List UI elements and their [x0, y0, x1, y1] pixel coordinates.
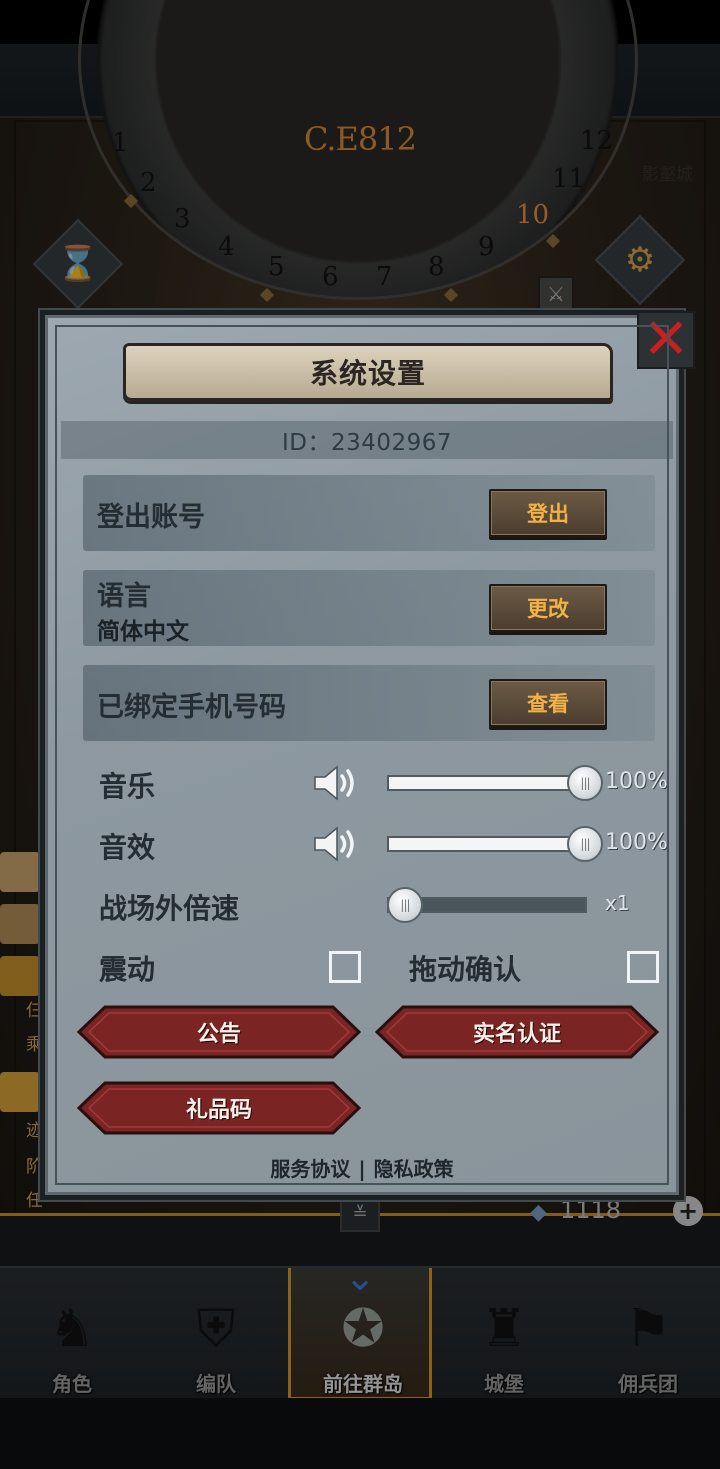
close-icon: ✕: [642, 307, 690, 372]
legal-links: 服务协议 | 隐私政策: [45, 1153, 679, 1182]
speaker-icon[interactable]: [313, 763, 359, 803]
view-phone-button[interactable]: 查看: [489, 679, 607, 727]
language-row: 语言 简体中文 更改: [83, 570, 655, 646]
notice-label: 公告: [196, 1022, 241, 1047]
vibrate-checkbox[interactable]: [329, 951, 361, 983]
giftcode-label: 礼品码: [185, 1098, 252, 1123]
music-slider-fill: [389, 777, 585, 789]
speed-slider-handle[interactable]: |||: [387, 887, 423, 923]
player-id: ID：23402967: [281, 430, 453, 456]
logout-row: 登出账号 登出: [83, 475, 655, 551]
sfx-slider-track[interactable]: [387, 836, 587, 852]
speaker-icon[interactable]: [313, 824, 359, 864]
sfx-label: 音效: [99, 831, 156, 864]
music-value: 100%: [605, 769, 668, 794]
sfx-slider-handle[interactable]: |||: [567, 826, 603, 862]
speed-value: x1: [605, 891, 630, 915]
settings-dialog: 系统设置 ✕ ID：23402967 登出账号 登出 语言 简体中文 更改 已绑…: [40, 310, 695, 1200]
phone-row: 已绑定手机号码 查看: [83, 665, 655, 741]
title-plate: 系统设置: [123, 343, 613, 401]
sfx-value: 100%: [605, 830, 668, 855]
vibrate-label: 震动: [99, 953, 156, 986]
music-slider-track[interactable]: [387, 775, 587, 791]
notice-button[interactable]: 公告: [75, 1005, 363, 1059]
music-label: 音乐: [99, 770, 156, 803]
logout-button[interactable]: 登出: [489, 489, 607, 537]
dialog-title: 系统设置: [309, 357, 426, 390]
giftcode-button[interactable]: 礼品码: [75, 1081, 363, 1135]
sfx-slider-fill: [389, 838, 585, 850]
drag-confirm-checkbox[interactable]: [627, 951, 659, 983]
drag-confirm-label: 拖动确认: [409, 953, 522, 986]
privacy-policy-link[interactable]: 隐私政策: [370, 1157, 458, 1181]
phone-label: 已绑定手机号码: [97, 692, 286, 723]
language-value: 简体中文: [97, 619, 189, 645]
player-id-band: ID：23402967: [61, 421, 673, 459]
music-slider-handle[interactable]: |||: [567, 765, 603, 801]
speed-label: 战场外倍速: [99, 892, 240, 925]
close-button[interactable]: ✕: [637, 311, 695, 369]
link-separator: |: [358, 1157, 366, 1181]
logout-label: 登出账号: [97, 502, 205, 533]
change-language-button[interactable]: 更改: [489, 584, 607, 632]
service-agreement-link[interactable]: 服务协议: [266, 1157, 354, 1181]
realname-label: 实名认证: [472, 1022, 561, 1047]
realname-button[interactable]: 实名认证: [373, 1005, 661, 1059]
language-label: 语言: [97, 581, 151, 612]
